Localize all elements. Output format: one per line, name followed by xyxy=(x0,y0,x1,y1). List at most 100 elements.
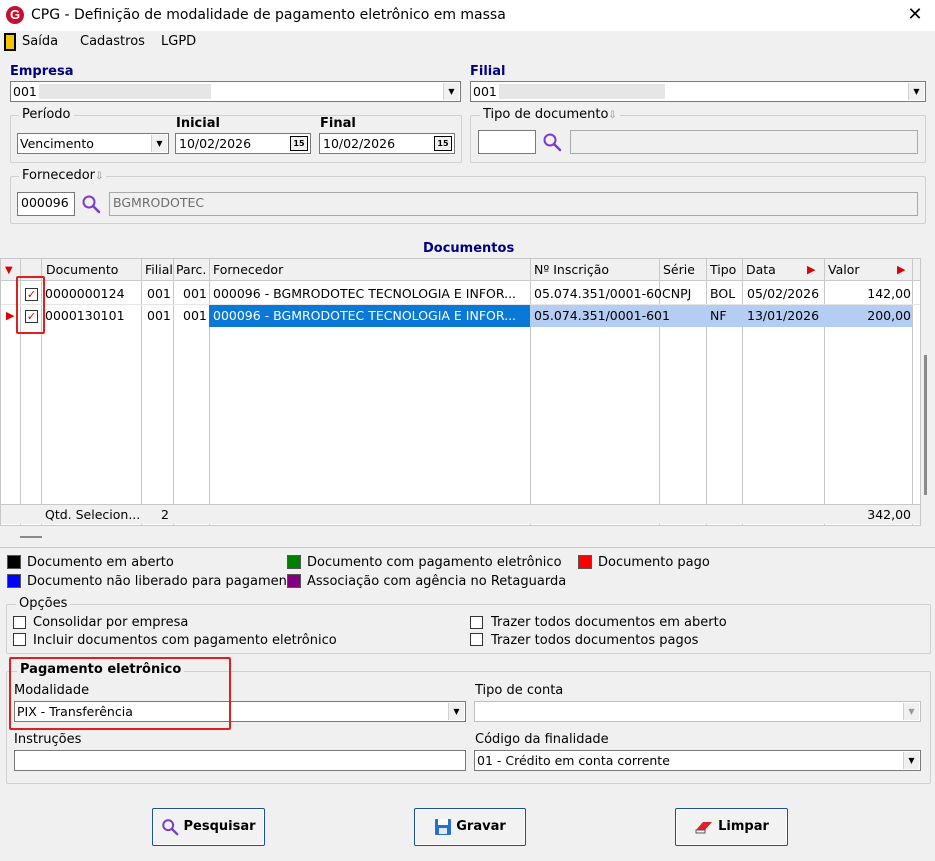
pesquisar-button[interactable]: Pesquisar xyxy=(152,808,265,846)
cell-inscricao: 05.074.351/0001-60 xyxy=(534,308,663,323)
periodo-type-select[interactable]: Vencimento ▼ xyxy=(17,133,169,154)
chevron-down-icon[interactable]: ▼ xyxy=(151,135,167,152)
sort-right-icon: ▶ xyxy=(897,263,906,276)
tipo-documento-code-input[interactable] xyxy=(478,130,536,154)
fornecedor-code-input[interactable]: 000096 xyxy=(17,192,75,216)
sort-right-icon: ▶ xyxy=(807,263,816,276)
instrucoes-input[interactable] xyxy=(14,750,466,771)
table-row-selected[interactable]: ▶ ✓ 0000130101 001 001 000096 - BGMRODOT… xyxy=(1,305,920,327)
empresa-label: Empresa xyxy=(10,64,74,79)
sort-down-icon[interactable]: ▼ xyxy=(5,265,13,276)
documentos-grid[interactable]: ▼ Documento Filial Parc. Fornecedor Nº I… xyxy=(0,258,921,526)
grid-scrollbar[interactable] xyxy=(924,355,927,495)
chevron-down-icon[interactable]: ▼ xyxy=(903,703,919,720)
cell-data: 13/01/2026 xyxy=(747,308,820,323)
floppy-disk-icon xyxy=(435,818,452,835)
chevron-down-icon[interactable]: ▼ xyxy=(448,703,464,720)
trazer-abertos-checkbox[interactable] xyxy=(470,616,483,629)
col-inscricao[interactable]: Nº Inscrição xyxy=(534,262,609,277)
fornecedor-label-text: Fornecedor xyxy=(22,168,96,183)
cell-valor: 200,00 xyxy=(867,308,911,323)
final-label: Final xyxy=(320,116,356,131)
chevron-down-icon[interactable]: ▼ xyxy=(903,752,919,769)
col-serie[interactable]: Série xyxy=(663,262,695,277)
incluir-eletronico-checkbox[interactable] xyxy=(13,633,26,646)
consolidar-checkbox[interactable] xyxy=(13,616,26,629)
search-icon[interactable] xyxy=(542,132,562,152)
col-data[interactable]: Data xyxy=(746,262,776,277)
inicial-date-input[interactable]: 10/02/2026 15 xyxy=(175,133,311,154)
gravar-button[interactable]: Gravar xyxy=(414,808,526,846)
cell-documento: 0000000124 xyxy=(45,286,125,301)
chevron-down-icon[interactable]: ▼ xyxy=(908,83,924,100)
cell-fornecedor: 000096 - BGMRODOTEC TECNOLOGIA E INFOR..… xyxy=(213,308,517,323)
trazer-pagos-label: Trazer todos documentos pagos xyxy=(491,633,699,648)
redacted-area xyxy=(39,84,211,99)
cell-serie: 1 xyxy=(662,308,670,323)
consolidar-label: Consolidar por empresa xyxy=(33,615,189,630)
legend-swatch-green xyxy=(287,555,301,569)
cell-filial: 001 xyxy=(147,286,171,301)
calendar-icon[interactable]: 15 xyxy=(434,136,452,151)
cell-parc: 001 xyxy=(183,286,207,301)
cell-fornecedor: 000096 - BGMRODOTEC TECNOLOGIA E INFOR..… xyxy=(213,286,517,301)
cell-data: 05/02/2026 xyxy=(747,286,820,301)
tipo-conta-label: Tipo de conta xyxy=(475,683,564,698)
menu-bar: Saída Cadastros LGPD xyxy=(0,31,935,55)
app-logo-icon: G xyxy=(6,6,24,24)
menu-lgpd[interactable]: LGPD xyxy=(161,34,196,49)
footer-label: Qtd. Selecion... xyxy=(45,507,141,522)
grid-footer: Qtd. Selecion... 2 342,00 xyxy=(1,504,920,524)
menu-saida[interactable]: Saída xyxy=(22,34,58,49)
search-icon[interactable] xyxy=(81,194,101,214)
col-parc[interactable]: Parc. xyxy=(176,262,206,277)
tipo-documento-label: Tipo de documento⇩ xyxy=(480,107,620,122)
footer-total: 342,00 xyxy=(867,507,911,522)
filial-select[interactable]: 001 ▼ xyxy=(470,81,926,102)
legend-swatch-red xyxy=(578,555,592,569)
final-date-input[interactable]: 10/02/2026 15 xyxy=(319,133,455,154)
legend-label: Associação com agência no Retaguarda xyxy=(307,574,567,589)
cell-valor: 142,00 xyxy=(867,286,911,301)
divider xyxy=(0,547,935,548)
col-documento[interactable]: Documento xyxy=(46,262,118,277)
table-row[interactable]: ✓ 0000000124 001 001 000096 - BGMRODOTEC… xyxy=(1,283,920,305)
trazer-pagos-checkbox[interactable] xyxy=(470,633,483,646)
close-icon[interactable]: ✕ xyxy=(905,4,925,26)
legend-label: Documento com pagamento eletrônico xyxy=(307,555,562,570)
modalidade-highlight xyxy=(9,657,231,730)
inicial-label: Inicial xyxy=(176,116,220,131)
fornecedor-label: Fornecedor⇩ xyxy=(19,168,107,183)
cell-filial: 001 xyxy=(147,308,171,323)
grid-header: ▼ Documento Filial Parc. Fornecedor Nº I… xyxy=(1,259,920,281)
row-pointer-icon: ▶ xyxy=(6,309,15,322)
cell-parc: 001 xyxy=(183,308,207,323)
splitter-handle[interactable] xyxy=(20,536,42,538)
limpar-button[interactable]: Limpar xyxy=(675,808,788,846)
finalidade-value: 01 - Crédito em conta corrente xyxy=(477,753,670,768)
empresa-select[interactable]: 001 ▼ xyxy=(10,81,461,102)
redacted-area xyxy=(499,84,665,99)
menu-cadastros[interactable]: Cadastros xyxy=(80,34,145,49)
fornecedor-code-value: 000096 xyxy=(21,195,69,210)
chevron-down-icon[interactable]: ▼ xyxy=(443,83,459,100)
fornecedor-name-field: BGMRODOTEC xyxy=(109,192,918,216)
tipo-conta-select[interactable]: ▼ xyxy=(474,701,921,722)
filial-value: 001 xyxy=(473,84,497,99)
cell-tipo: NF xyxy=(710,308,727,323)
tipo-documento-label-text: Tipo de documento xyxy=(483,107,609,122)
final-date-value: 10/02/2026 xyxy=(323,136,396,151)
filial-label: Filial xyxy=(470,64,506,79)
legend-label: Documento pago xyxy=(598,555,710,570)
checkbox-highlight xyxy=(16,276,45,334)
col-valor[interactable]: Valor xyxy=(828,262,860,277)
col-filial[interactable]: Filial xyxy=(145,262,173,277)
col-fornecedor[interactable]: Fornecedor xyxy=(213,262,283,277)
pin-icon: ⇩ xyxy=(95,171,104,182)
tipo-documento-description xyxy=(570,130,918,154)
cell-inscricao: 05.074.351/0001-60 xyxy=(534,286,663,301)
finalidade-select[interactable]: 01 - Crédito em conta corrente ▼ xyxy=(474,750,921,771)
col-tipo[interactable]: Tipo xyxy=(710,262,736,277)
calendar-icon[interactable]: 15 xyxy=(290,136,308,151)
finalidade-label: Código da finalidade xyxy=(475,732,609,747)
